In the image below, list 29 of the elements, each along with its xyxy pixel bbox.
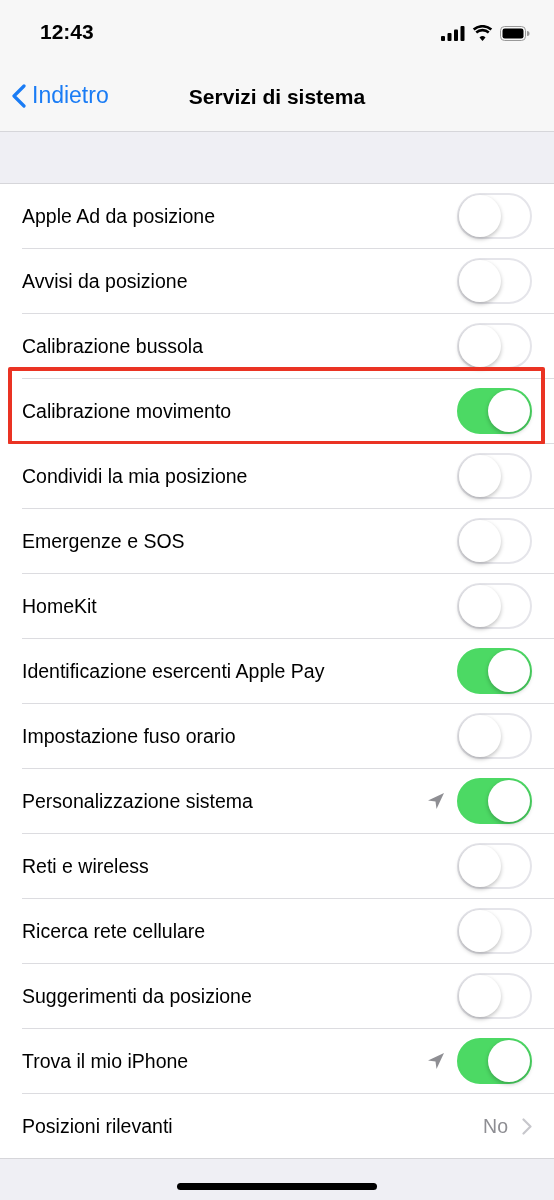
row-label: Emergenze e SOS	[22, 529, 186, 553]
row-label: Ricerca rete cellulare	[22, 919, 207, 943]
row-label: Reti e wireless	[22, 854, 150, 878]
back-button[interactable]: Indietro	[12, 82, 109, 109]
row-value: No	[483, 1114, 508, 1138]
row-label: Apple Ad da posizione	[22, 204, 216, 228]
signal-icon	[441, 25, 465, 41]
toggle-switch[interactable]	[457, 778, 532, 824]
row-label: Trova il mio iPhone	[22, 1049, 190, 1073]
row-label: Identificazione esercenti Apple Pay	[22, 659, 326, 683]
home-indicator[interactable]	[177, 1183, 377, 1190]
battery-icon	[500, 25, 530, 41]
row-label: Calibrazione bussola	[22, 334, 205, 358]
row-label: Condividi la mia posizione	[22, 464, 249, 488]
row-label: Suggerimenti da posizione	[22, 984, 253, 1008]
row-label: Posizioni rilevanti	[22, 1114, 174, 1138]
back-chevron-icon	[12, 83, 26, 108]
toggle-switch[interactable]	[457, 648, 532, 694]
status-time: 12:43	[40, 20, 94, 44]
row-label: HomeKit	[22, 594, 98, 618]
toggle-switch[interactable]	[457, 388, 532, 434]
row-label: Personalizzazione sistema	[22, 789, 254, 813]
chevron-icon	[522, 1117, 532, 1135]
row-label: Avvisi da posizione	[22, 269, 189, 293]
row-label: Calibrazione movimento	[22, 399, 233, 423]
nav-title: Servizi di sistema	[188, 85, 366, 109]
wifi-icon	[472, 25, 493, 41]
toggle-switch[interactable]	[457, 1038, 532, 1084]
row-label: Impostazione fuso orario	[22, 724, 237, 748]
